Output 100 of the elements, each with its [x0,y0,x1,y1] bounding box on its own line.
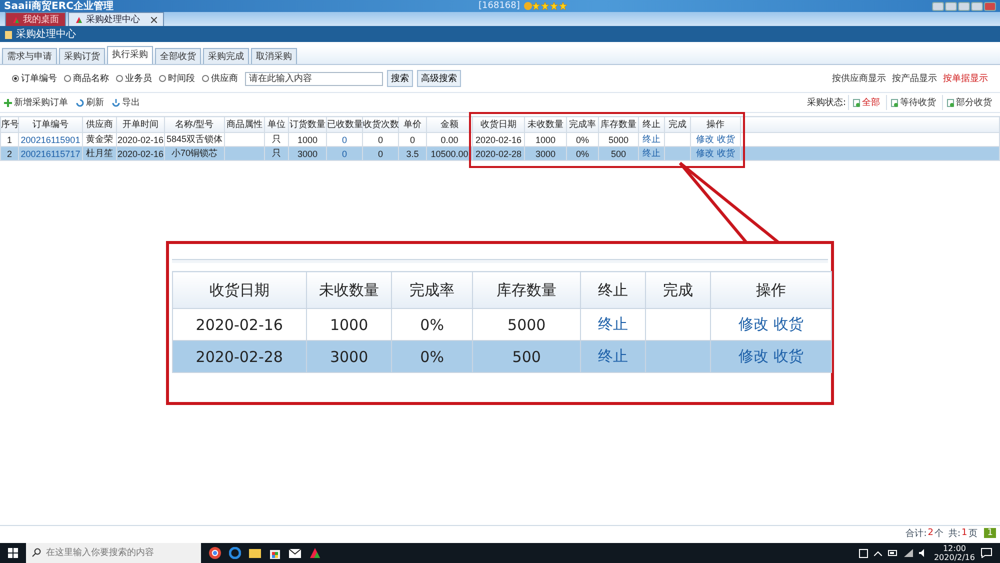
wifi-icon[interactable] [904,549,913,557]
tab[interactable]: 采购订货 [59,48,105,64]
tab[interactable]: 需求与申请 [2,48,57,64]
mail-icon[interactable] [289,547,301,559]
table-cell: 2020-02-16 [116,146,164,160]
radio-label[interactable]: 时间段 [168,72,195,85]
column-header: 未收数量 [306,272,392,308]
table-cell: 3.5 [398,146,426,160]
search-button[interactable]: 搜索 [387,70,413,87]
total-unit: 个 [934,528,944,540]
column-header: 商品属性 [224,116,264,132]
window-button[interactable] [944,2,957,10]
table-cell: 2 [0,146,18,160]
toolbar-button[interactable]: 导出 [112,96,140,109]
battery-icon[interactable] [888,550,898,556]
action-link[interactable]: 收货 [716,148,735,158]
radio-label[interactable]: 供应商 [211,72,238,85]
radio-label[interactable]: 商品名称 [73,72,109,85]
page-count: 1 [962,528,968,538]
table-cell: 2020-02-28 [472,146,524,160]
windows-logo-icon[interactable] [8,548,18,558]
minimize-button[interactable] [958,2,970,10]
table-cell: 2020-02-28 [172,340,306,372]
app-logo-icon[interactable] [309,547,321,559]
radio-label[interactable]: 订单编号 [21,72,57,85]
document-tab[interactable]: 采购处理中心 [68,12,164,26]
table-cell: 3000 [288,146,326,160]
clock-time: 12:00 [942,544,966,553]
column-header: 单价 [398,116,426,132]
toolbar-button[interactable]: 新增采购订单 [4,96,68,109]
tab[interactable]: 采购完成 [203,48,249,64]
store-icon[interactable] [269,547,281,559]
status-filter-button[interactable]: 全部 [848,95,884,110]
column-header: 终止 [580,272,646,308]
column-header: 收货日期 [172,272,306,308]
note-icon[interactable] [858,548,868,558]
folder-icon[interactable] [249,547,261,559]
window-button[interactable] [932,2,944,10]
tab[interactable]: 取消采购 [251,48,297,64]
column-header: 库存数量 [598,116,638,132]
table-link[interactable]: 0 [342,134,347,144]
toolbar-button[interactable]: 刷新 [76,96,104,109]
tab-label: 我的桌面 [23,14,59,26]
view-link[interactable]: 按单据显示 [943,72,988,85]
view-link[interactable]: 按供应商显示 [832,72,886,85]
panel-title: 采购处理中心 [16,28,76,41]
column-header: 操作 [710,272,832,308]
column-header: 金额 [426,116,472,132]
action-link[interactable]: 修改 [738,347,769,365]
action-link[interactable]: 收货 [774,315,804,333]
column-header: 单位 [264,116,288,132]
search-button[interactable]: 高级搜索 [417,70,461,87]
table-cell: 500 [472,340,581,372]
table-cell: 0 [362,146,398,160]
table-cell: 3000 [306,340,392,372]
notification-icon[interactable] [981,548,992,558]
radio-button[interactable] [202,75,209,82]
app-logo-icon [75,16,83,24]
action-link[interactable]: 收货 [774,347,804,365]
pages-label: 共: [948,528,961,540]
action-link[interactable]: 收货 [716,134,735,144]
status-filter-button[interactable]: 部分收货 [942,95,996,110]
tab[interactable]: 执行采购 [107,46,153,64]
radio-button[interactable] [64,75,71,82]
radio-label[interactable]: 业务员 [125,72,152,85]
radio-button[interactable] [12,75,19,82]
action-link[interactable]: 修改 [738,315,769,333]
table-row[interactable]: 2 200216115717 杜月笙 2020-02-16 小70铜锁芯 只 3000 0 0 3.5 10500.00 2020-02-28 3000 0% 500 终止 修改 收货 [0,146,1000,160]
column-header: 完成率 [392,272,472,308]
table-cell: 0% [392,340,472,372]
column-header: 库存数量 [472,272,581,308]
column-header: 完成率 [566,116,598,132]
column-header: 操作 [690,116,740,132]
tab[interactable]: 全部收货 [155,48,201,64]
document-tab[interactable]: 我的桌面 [5,12,66,26]
close-icon[interactable] [151,16,157,22]
view-link[interactable]: 按产品显示 [892,72,937,85]
action-link[interactable]: 修改 [696,134,714,144]
smiley-icon [524,2,532,10]
table-link[interactable]: 200216115901 [20,134,80,144]
document-icon [853,98,860,106]
action-link[interactable]: 修改 [696,148,714,158]
maximize-button[interactable] [970,2,983,10]
table-link[interactable]: 0 [342,148,347,158]
column-header: 收货次数 [362,116,398,132]
pages-unit: 页 [968,528,978,540]
table-cell: 小70铜锁芯 [164,146,224,160]
table-row[interactable]: 2020-02-28 3000 0% 500 终止 修改 收货 [172,340,832,372]
radio-button[interactable] [159,75,166,82]
browser-icon[interactable] [209,547,221,559]
column-header: 供应商 [82,116,116,132]
chevron-up-icon[interactable] [874,550,882,556]
search-field[interactable]: 请在此输入内容 [245,72,383,86]
status-filter-button[interactable]: 等待收货 [886,95,940,110]
radio-button[interactable] [116,75,123,82]
table-link[interactable]: 200216115717 [20,148,80,158]
taskbar-search-field[interactable]: 在这里输入你要搜索的内容 [26,543,201,563]
table-cell: 10500.00 [426,146,472,160]
column-header: 收货日期 [472,116,524,132]
column-header: 名称/型号 [164,116,224,132]
